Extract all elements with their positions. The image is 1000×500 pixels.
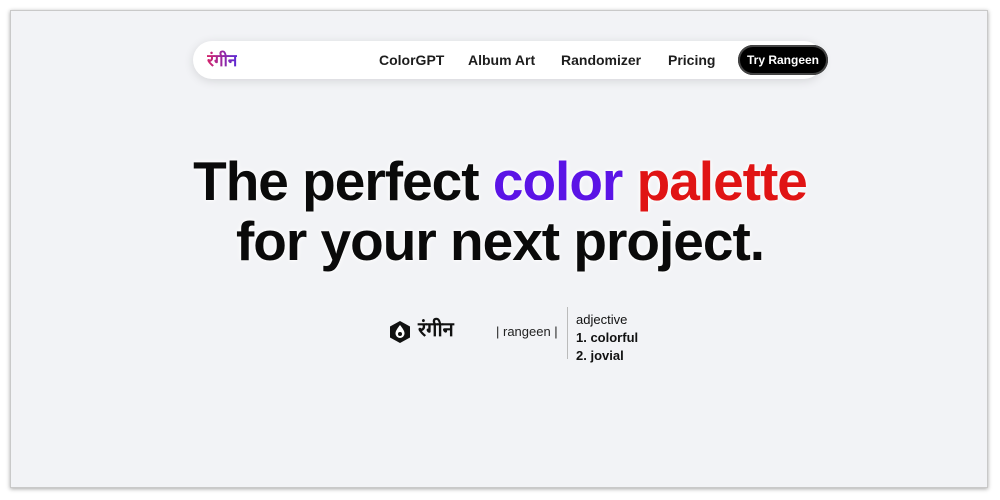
palette-drop-icon	[390, 321, 410, 343]
nav-link-randomizer[interactable]: Randomizer	[561, 52, 641, 68]
hero-word-color: color	[492, 150, 623, 212]
try-rangeen-button[interactable]: Try Rangeen	[738, 45, 828, 75]
hero-line-1: The perfect color palette	[11, 151, 989, 211]
hero-word-palette: palette	[636, 150, 808, 212]
meaning-2: 2. jovial	[576, 348, 624, 363]
definition-romanization: | rangeen |	[496, 324, 558, 339]
meaning-1: 1. colorful	[576, 330, 639, 345]
definition-block: रंगीन | rangeen | adjective 1. colorful …	[388, 307, 688, 367]
definition-meanings: adjective 1. colorful 2. jovial	[576, 311, 638, 365]
definition-word: रंगीन	[418, 317, 454, 341]
nav-link-colorgpt[interactable]: ColorGPT	[379, 52, 444, 68]
hero-headline: The perfect color palette for your next …	[11, 151, 989, 271]
page-frame: रंगीन ColorGPT Album Art Randomizer Pric…	[10, 10, 988, 488]
definition-divider	[567, 307, 568, 359]
part-of-speech: adjective	[576, 312, 628, 327]
hero-text-prefix: The perfect	[193, 150, 493, 212]
top-navbar: रंगीन ColorGPT Album Art Randomizer Pric…	[193, 41, 828, 79]
brand-logo[interactable]: रंगीन	[207, 48, 237, 71]
nav-link-album-art[interactable]: Album Art	[468, 52, 535, 68]
nav-link-pricing[interactable]: Pricing	[668, 52, 715, 68]
hero-line-2: for your next project.	[235, 210, 765, 272]
